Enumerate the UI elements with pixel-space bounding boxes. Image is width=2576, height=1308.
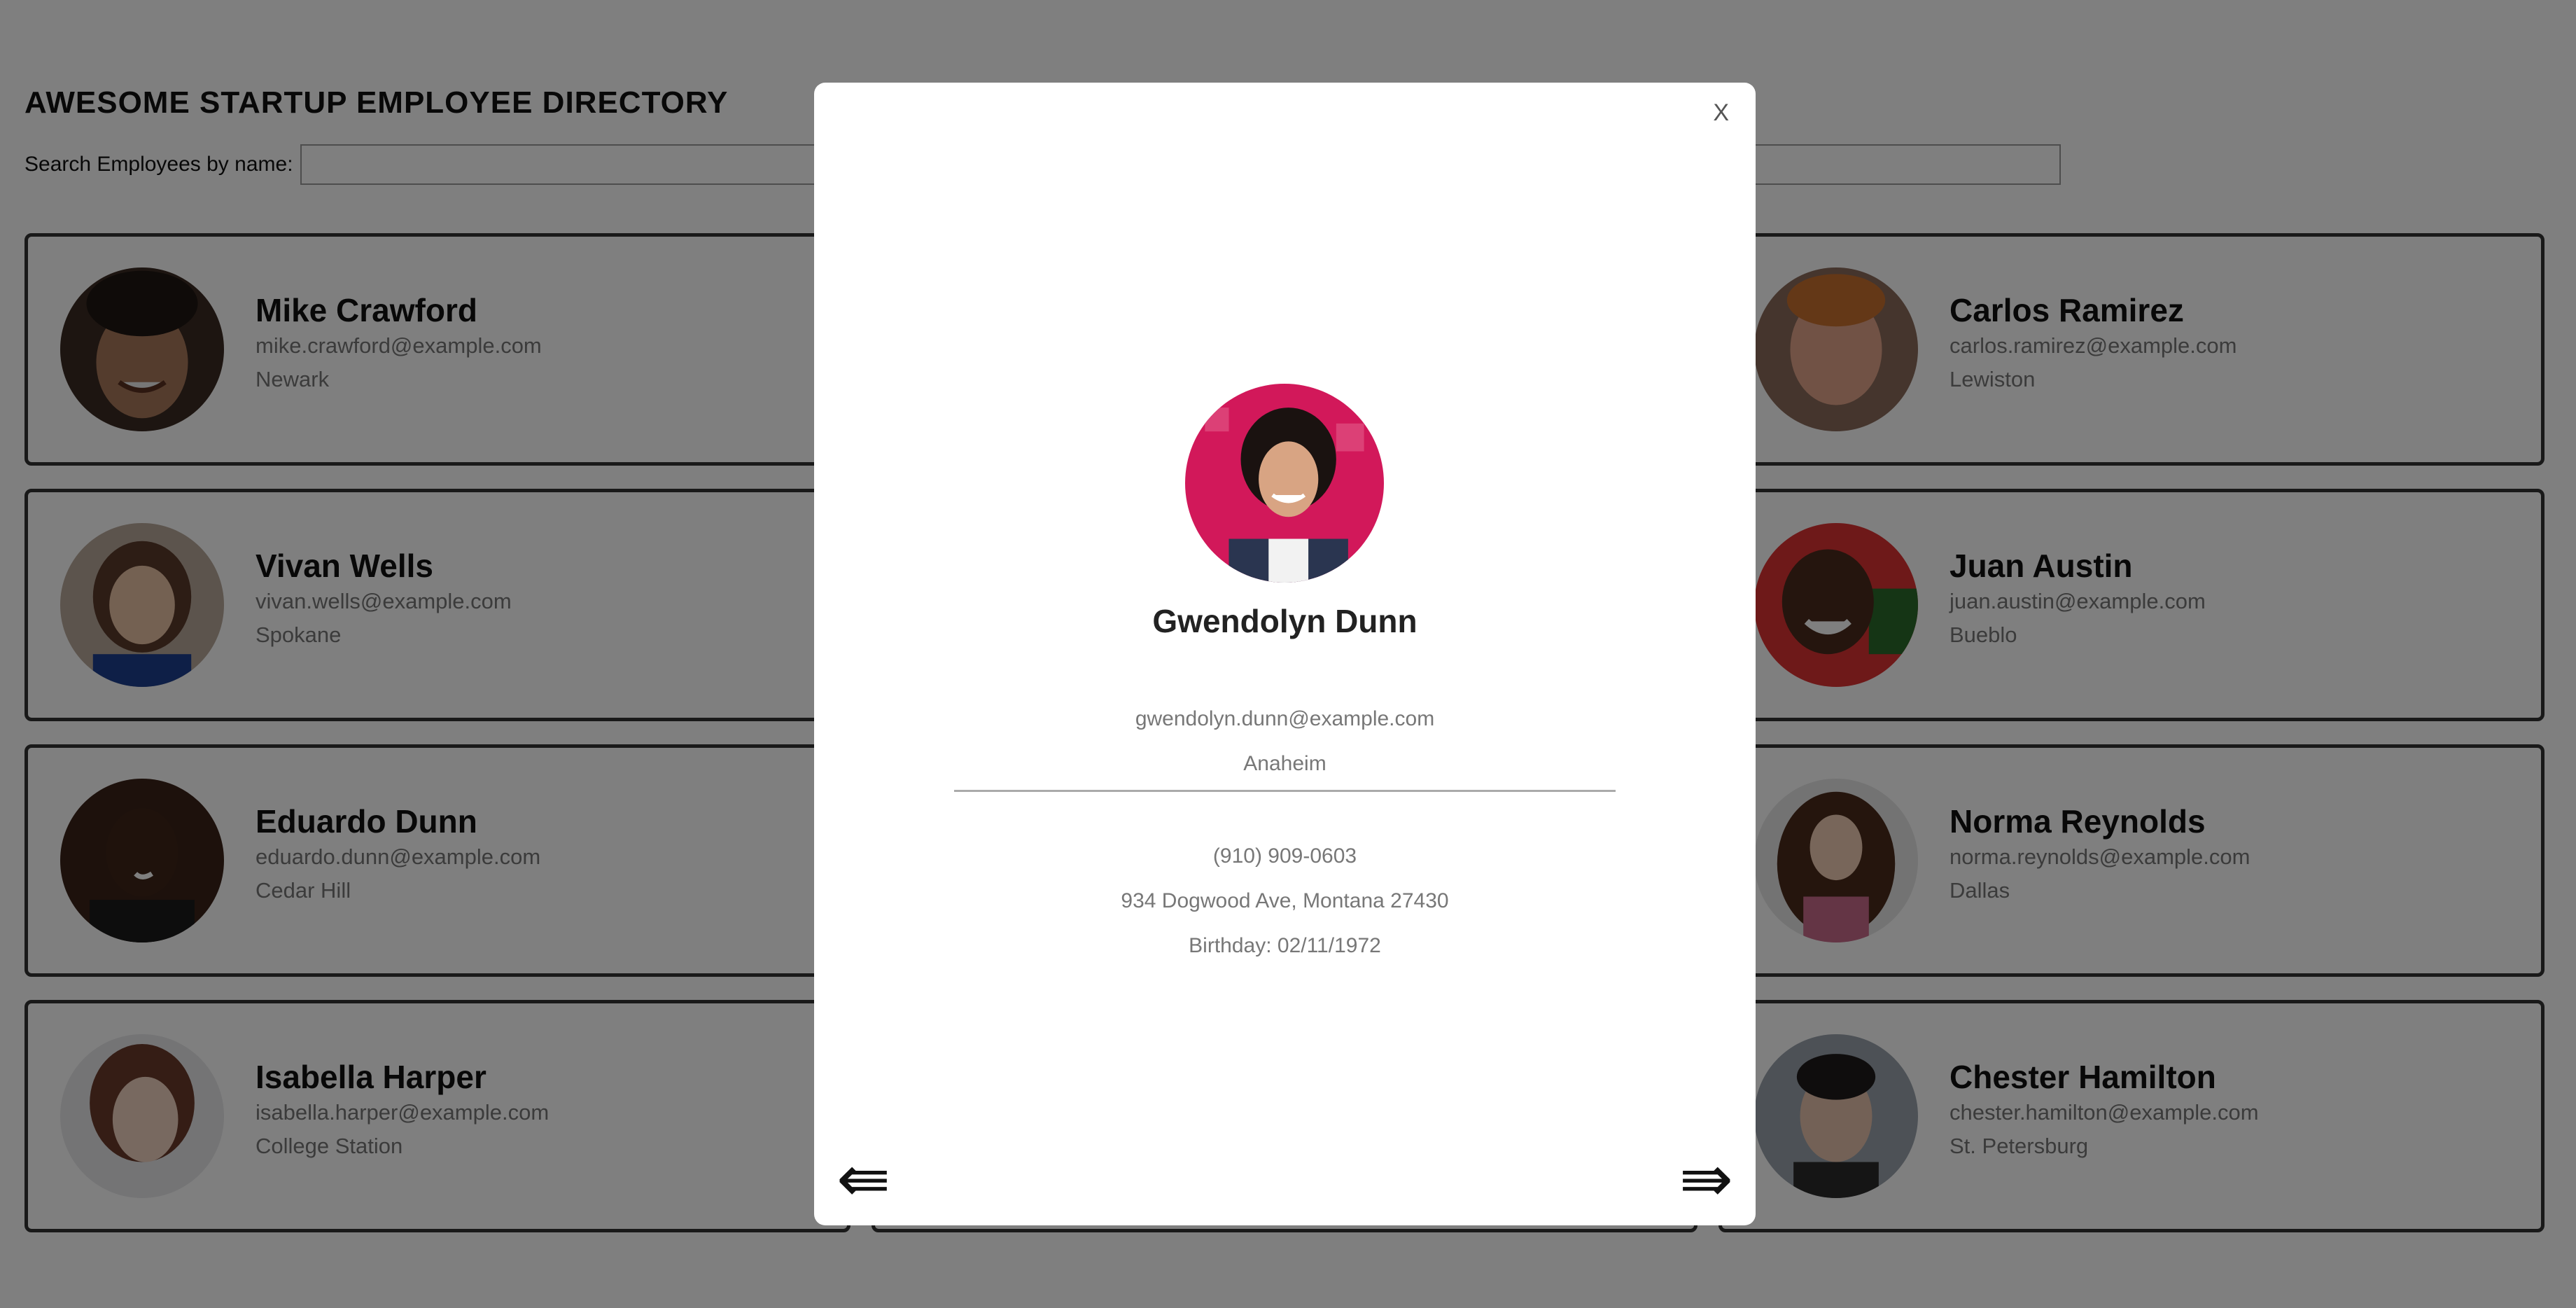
- modal-divider: [954, 790, 1616, 792]
- prev-employee-button[interactable]: ⇚: [836, 1147, 890, 1211]
- modal-address: 934 Dogwood Ave, Montana 27430: [1121, 889, 1449, 912]
- modal-avatar: [1185, 384, 1384, 583]
- next-employee-button[interactable]: ⇛: [1679, 1147, 1733, 1211]
- employee-modal: X Gwendolyn Dunn gwendolyn.dunn@example.…: [814, 83, 1756, 1225]
- modal-phone: (910) 909-0603: [1212, 844, 1357, 868]
- modal-city: Anaheim: [1243, 752, 1326, 775]
- modal-name: Gwendolyn Dunn: [1152, 603, 1418, 639]
- modal-birthday: Birthday: 02/11/1972: [1189, 934, 1381, 957]
- modal-email: gwendolyn.dunn@example.com: [1135, 707, 1435, 730]
- close-button[interactable]: X: [1713, 99, 1729, 127]
- employee-directory-page: AWESOME STARTUP EMPLOYEE DIRECTORY Searc…: [0, 0, 2576, 1308]
